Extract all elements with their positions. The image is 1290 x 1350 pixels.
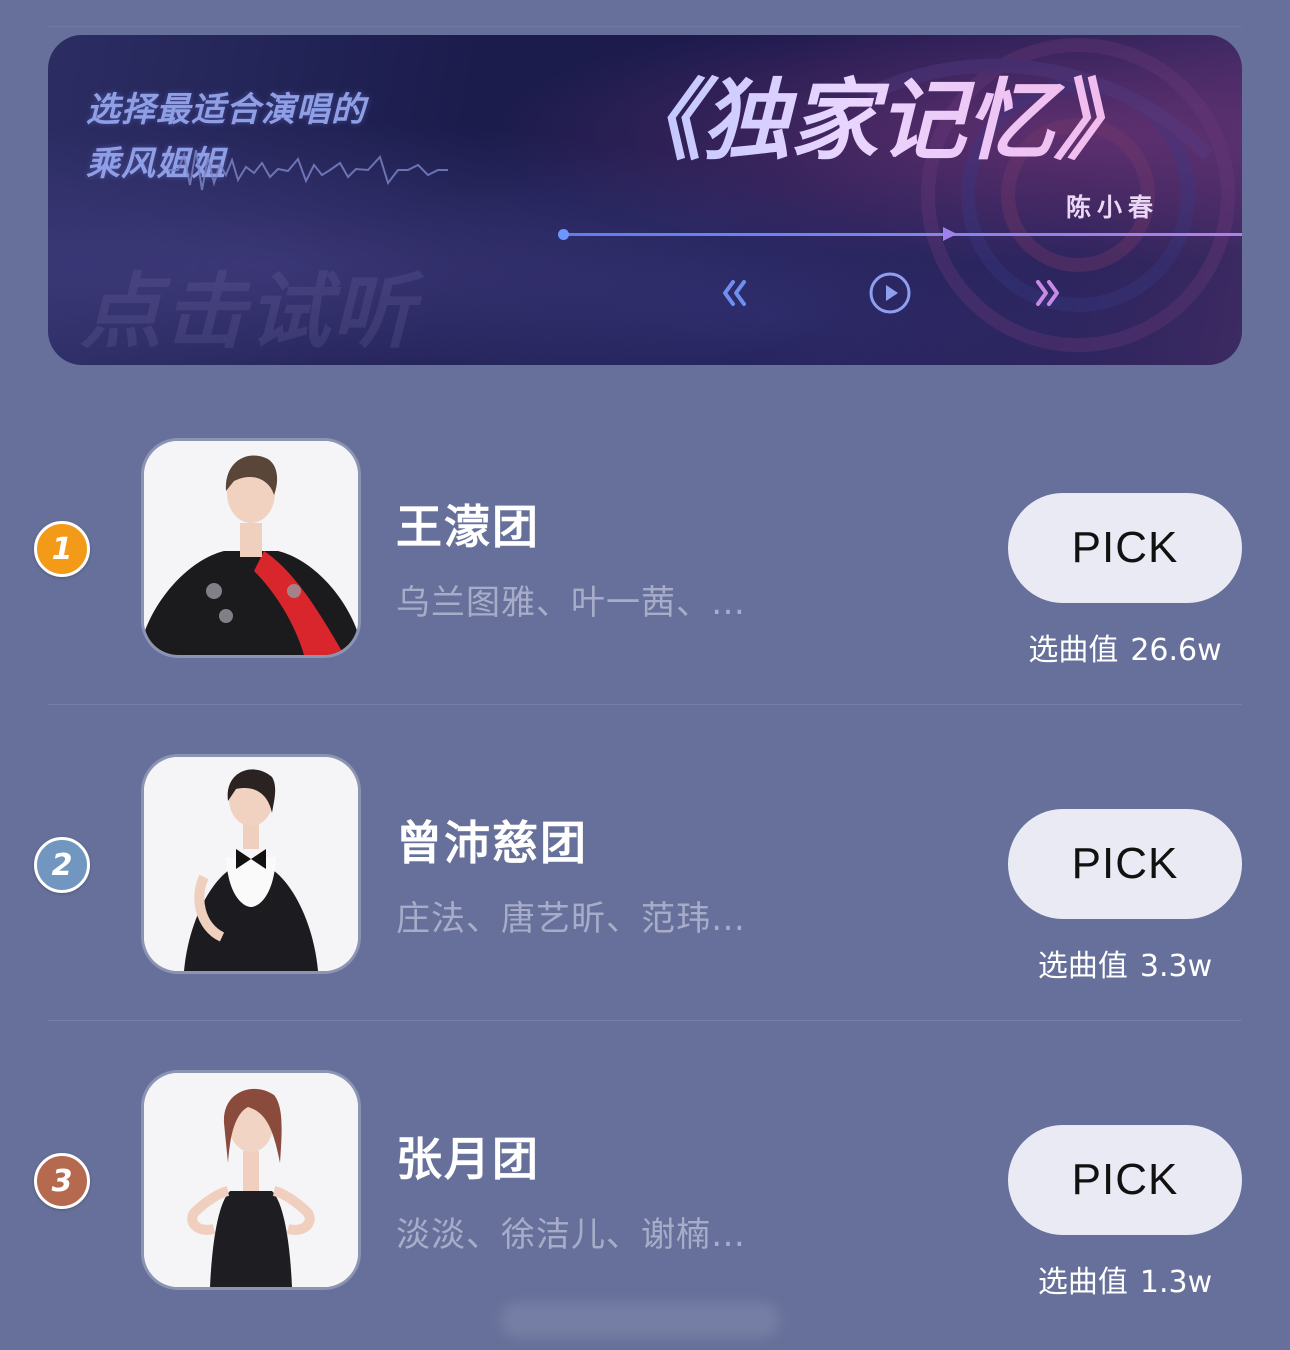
song-title: 《独家记忆》	[608, 65, 1148, 175]
pick-score: 选曲值 1.3w	[1008, 1257, 1242, 1301]
list-item: 2 曾沛慈团 庄法、唐艺昕、范玮… PICK 选曲值 3.3w	[0, 705, 1290, 1021]
group-members: 淡淡、徐洁儿、谢楠…	[396, 1215, 746, 1255]
score-label: 选曲值	[1037, 949, 1128, 984]
banner-tagline-line1: 选择最适合演唱的	[86, 90, 366, 130]
next-button[interactable]	[1026, 271, 1070, 315]
double-chevron-left-icon	[723, 280, 746, 306]
person-photo-icon	[144, 441, 358, 655]
previous-button[interactable]	[712, 271, 756, 315]
playback-progress-head[interactable]	[942, 227, 957, 241]
group-members: 乌兰图雅、叶一茜、…	[396, 583, 746, 623]
person-photo-icon	[144, 757, 358, 971]
score-label: 选曲值	[1037, 1265, 1128, 1300]
blurred-footer-text	[500, 1302, 780, 1338]
rank-badge: 3	[34, 1153, 90, 1209]
person-photo-icon	[144, 1073, 358, 1287]
playback-progress-start	[558, 229, 569, 240]
score-value: 3.3w	[1139, 949, 1213, 984]
pick-score: 选曲值 3.3w	[1008, 941, 1242, 985]
song-preview-banner[interactable]: 选择最适合演唱的 乘风姐姐 点击试听 《独家记忆》 陈小春	[48, 35, 1242, 365]
double-chevron-right-icon	[1036, 280, 1059, 306]
avatar	[144, 441, 358, 655]
pick-button[interactable]: PICK	[1008, 809, 1242, 919]
play-button[interactable]	[868, 271, 912, 315]
playback-progress-track[interactable]	[563, 233, 1242, 236]
play-circle-icon	[869, 272, 911, 314]
top-divider	[48, 26, 1242, 27]
song-singer: 陈小春	[1066, 193, 1160, 222]
rank-badge: 2	[34, 837, 90, 893]
rank-badge: 1	[34, 521, 90, 577]
pick-button[interactable]: PICK	[1008, 493, 1242, 603]
group-name: 王濛团	[396, 500, 540, 554]
sound-wave-icon	[168, 149, 448, 191]
avatar	[144, 1073, 358, 1287]
avatar	[144, 757, 358, 971]
group-members: 庄法、唐艺昕、范玮…	[396, 899, 746, 939]
score-value: 26.6w	[1130, 633, 1222, 668]
list-item: 3 张月团 淡淡、徐洁儿、谢楠… PICK 选曲值 1.3w	[0, 1021, 1290, 1337]
score-value: 1.3w	[1139, 1265, 1213, 1300]
score-label: 选曲值	[1028, 633, 1119, 668]
pick-score: 选曲值 26.6w	[1008, 625, 1242, 669]
group-name: 张月团	[396, 1132, 540, 1186]
list-item: 1 王濛团 乌兰图雅、叶一茜、… PICK 选曲值 26.6w	[0, 389, 1290, 705]
song-pick-page: 选择最适合演唱的 乘风姐姐 点击试听 《独家记忆》 陈小春 1 王濛团 乌兰图雅…	[0, 0, 1290, 1350]
listen-hint: 点击试听	[80, 264, 416, 360]
group-name: 曾沛慈团	[396, 816, 588, 870]
pick-button[interactable]: PICK	[1008, 1125, 1242, 1235]
